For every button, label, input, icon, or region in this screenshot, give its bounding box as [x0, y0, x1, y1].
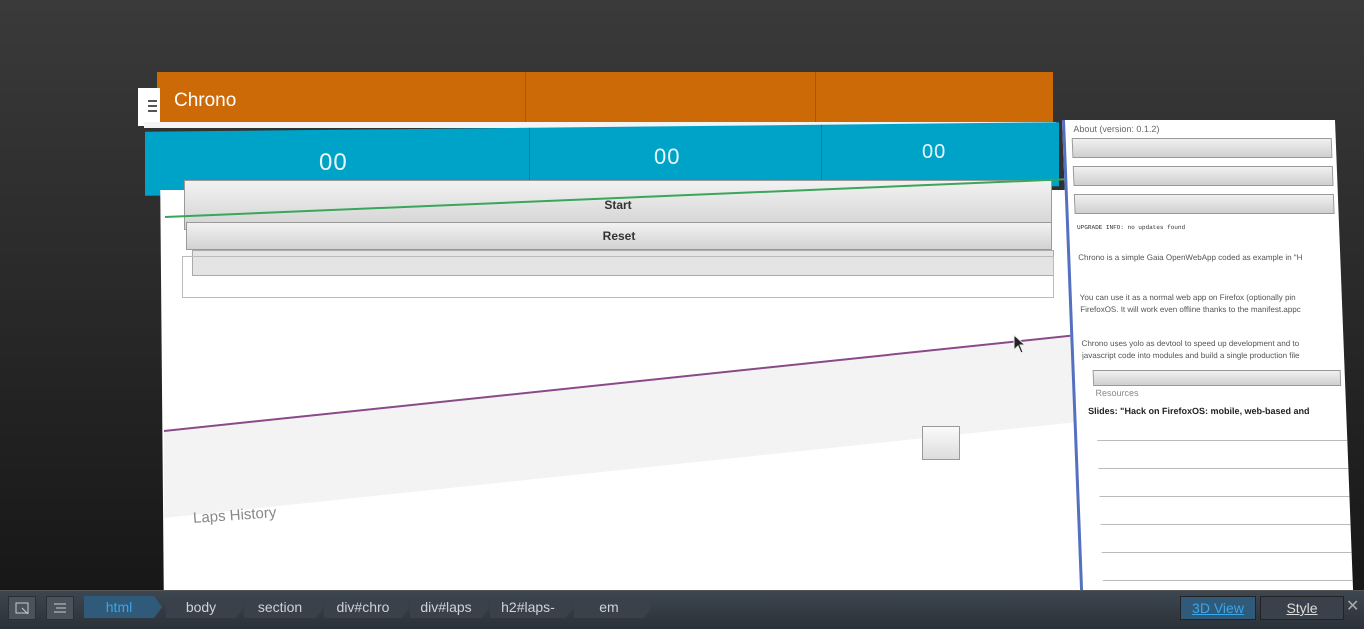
close-icon[interactable]: ✕ — [1346, 596, 1359, 616]
style-tab[interactable]: Style — [1260, 596, 1344, 620]
markup-panel-icon[interactable] — [46, 596, 74, 620]
breadcrumb-item[interactable]: div#laps — [410, 596, 490, 618]
side-button-2[interactable] — [1072, 166, 1334, 186]
controls-frame — [182, 256, 1054, 298]
about-paragraph-1: Chrono is a simple Gaia OpenWebApp coded… — [1078, 253, 1303, 262]
breadcrumb-item[interactable]: body — [166, 596, 244, 618]
laps-toggle[interactable] — [922, 426, 960, 460]
breadcrumb-item[interactable]: div#chro — [324, 596, 410, 618]
about-paragraph-3a: Chrono uses yolo as devtool to speed up … — [1081, 339, 1300, 348]
about-paragraph-2b: FirefoxOS. It will work even offline tha… — [1080, 305, 1301, 314]
timer-minutes: 00 — [319, 149, 348, 176]
3d-view-tab[interactable]: 3D View — [1180, 596, 1256, 620]
app-title: Chrono — [174, 90, 237, 111]
app-header — [157, 72, 1053, 124]
reset-button[interactable]: Reset — [186, 222, 1052, 250]
about-paragraph-2a: You can use it as a normal web app on Fi… — [1079, 293, 1296, 302]
resources-heading: Resources — [1095, 388, 1139, 398]
side-button-1[interactable] — [1071, 138, 1333, 158]
update-info: UPGRADE INFO: no updates found — [1076, 224, 1186, 231]
slides-link[interactable]: Slides: "Hack on FirefoxOS: mobile, web-… — [1088, 406, 1340, 416]
devtools-toolbar: html body section div#chro div#laps h2#laps-e… — [0, 590, 1364, 629]
about-panel: About (version: 0.1.2) UPGRADE INFO: no … — [1062, 120, 1354, 590]
about-heading: About (version: 0.1.2) — [1073, 124, 1160, 134]
mouse-cursor-icon — [1013, 334, 1027, 354]
breadcrumb-item[interactable]: section — [244, 596, 324, 618]
breadcrumb-item[interactable]: em — [574, 596, 652, 618]
timer-seconds: 00 — [654, 144, 681, 169]
side-button-3[interactable] — [1073, 194, 1335, 214]
breadcrumb-item[interactable]: h2#laps- — [490, 596, 574, 618]
breadcrumb-item[interactable]: html — [84, 596, 162, 618]
resources-bar — [1092, 370, 1342, 386]
timer-centiseconds: 00 — [922, 141, 947, 163]
menu-icon[interactable] — [138, 88, 160, 126]
about-paragraph-3b: javascript code into modules and build a… — [1081, 351, 1300, 360]
inspect-icon[interactable] — [8, 596, 36, 620]
